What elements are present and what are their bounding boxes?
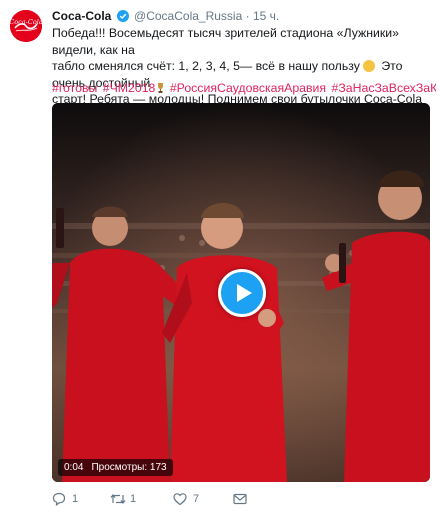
like-button[interactable]: 7 xyxy=(173,490,213,508)
tweet-line: Победа!!! Восемьдесят тысяч зрителей ста… xyxy=(52,26,399,57)
retweet-button[interactable]: 1 xyxy=(110,490,150,508)
hashtag-link[interactable]: #РоссияСаудовскаяАравия xyxy=(170,81,326,95)
verified-badge-icon xyxy=(116,10,129,22)
tweet[interactable]: Coca-Cola Coca-Cola @CocaCola_Russia · 1… xyxy=(0,0,440,516)
smiling-face-emoji-icon xyxy=(362,60,375,72)
tweet-actions: 1 1 7 xyxy=(52,490,332,508)
retweet-count: 1 xyxy=(130,493,137,505)
hashtag-link[interactable]: #ЗаНасЗаВсехЗаКаждого xyxy=(332,81,436,95)
tweet-timestamp[interactable]: 15 ч. xyxy=(253,9,279,23)
trophy-icon xyxy=(158,83,164,93)
hashtag-link[interactable]: #ЧМ2018 xyxy=(103,81,156,95)
play-icon xyxy=(237,284,252,302)
video-info-pill: 0:04 Просмотры: 173 xyxy=(58,459,173,476)
direct-message-button[interactable] xyxy=(233,490,253,508)
like-count: 7 xyxy=(193,493,200,505)
hashtag-row: #готовы #ЧМ2018 #РоссияСаудовскаяАравия … xyxy=(52,80,436,96)
tweet-header: Coca-Cola @CocaCola_Russia · 15 ч. xyxy=(52,8,432,24)
video-player[interactable]: 0:04 Просмотры: 173 xyxy=(52,103,430,482)
heart-icon xyxy=(173,493,187,506)
reply-icon xyxy=(52,492,66,506)
play-button[interactable] xyxy=(218,269,266,317)
account-handle[interactable]: @CocaCola_Russia xyxy=(134,9,242,23)
hashtag-link[interactable]: #готовы xyxy=(52,81,97,95)
views-label: Просмотры: xyxy=(91,462,148,473)
avatar[interactable]: Coca-Cola xyxy=(10,10,42,42)
views-count: 173 xyxy=(149,462,167,473)
svg-text:Coca-Cola: Coca-Cola xyxy=(10,18,42,26)
coca-cola-logo: Coca-Cola xyxy=(10,10,42,42)
video-duration: 0:04 xyxy=(64,462,84,473)
header-separator: · xyxy=(245,9,250,23)
account-name[interactable]: Coca-Cola xyxy=(52,9,111,23)
reply-count: 1 xyxy=(72,493,79,505)
envelope-icon xyxy=(233,493,247,505)
retweet-icon xyxy=(110,494,126,504)
reply-button[interactable]: 1 xyxy=(52,490,92,508)
